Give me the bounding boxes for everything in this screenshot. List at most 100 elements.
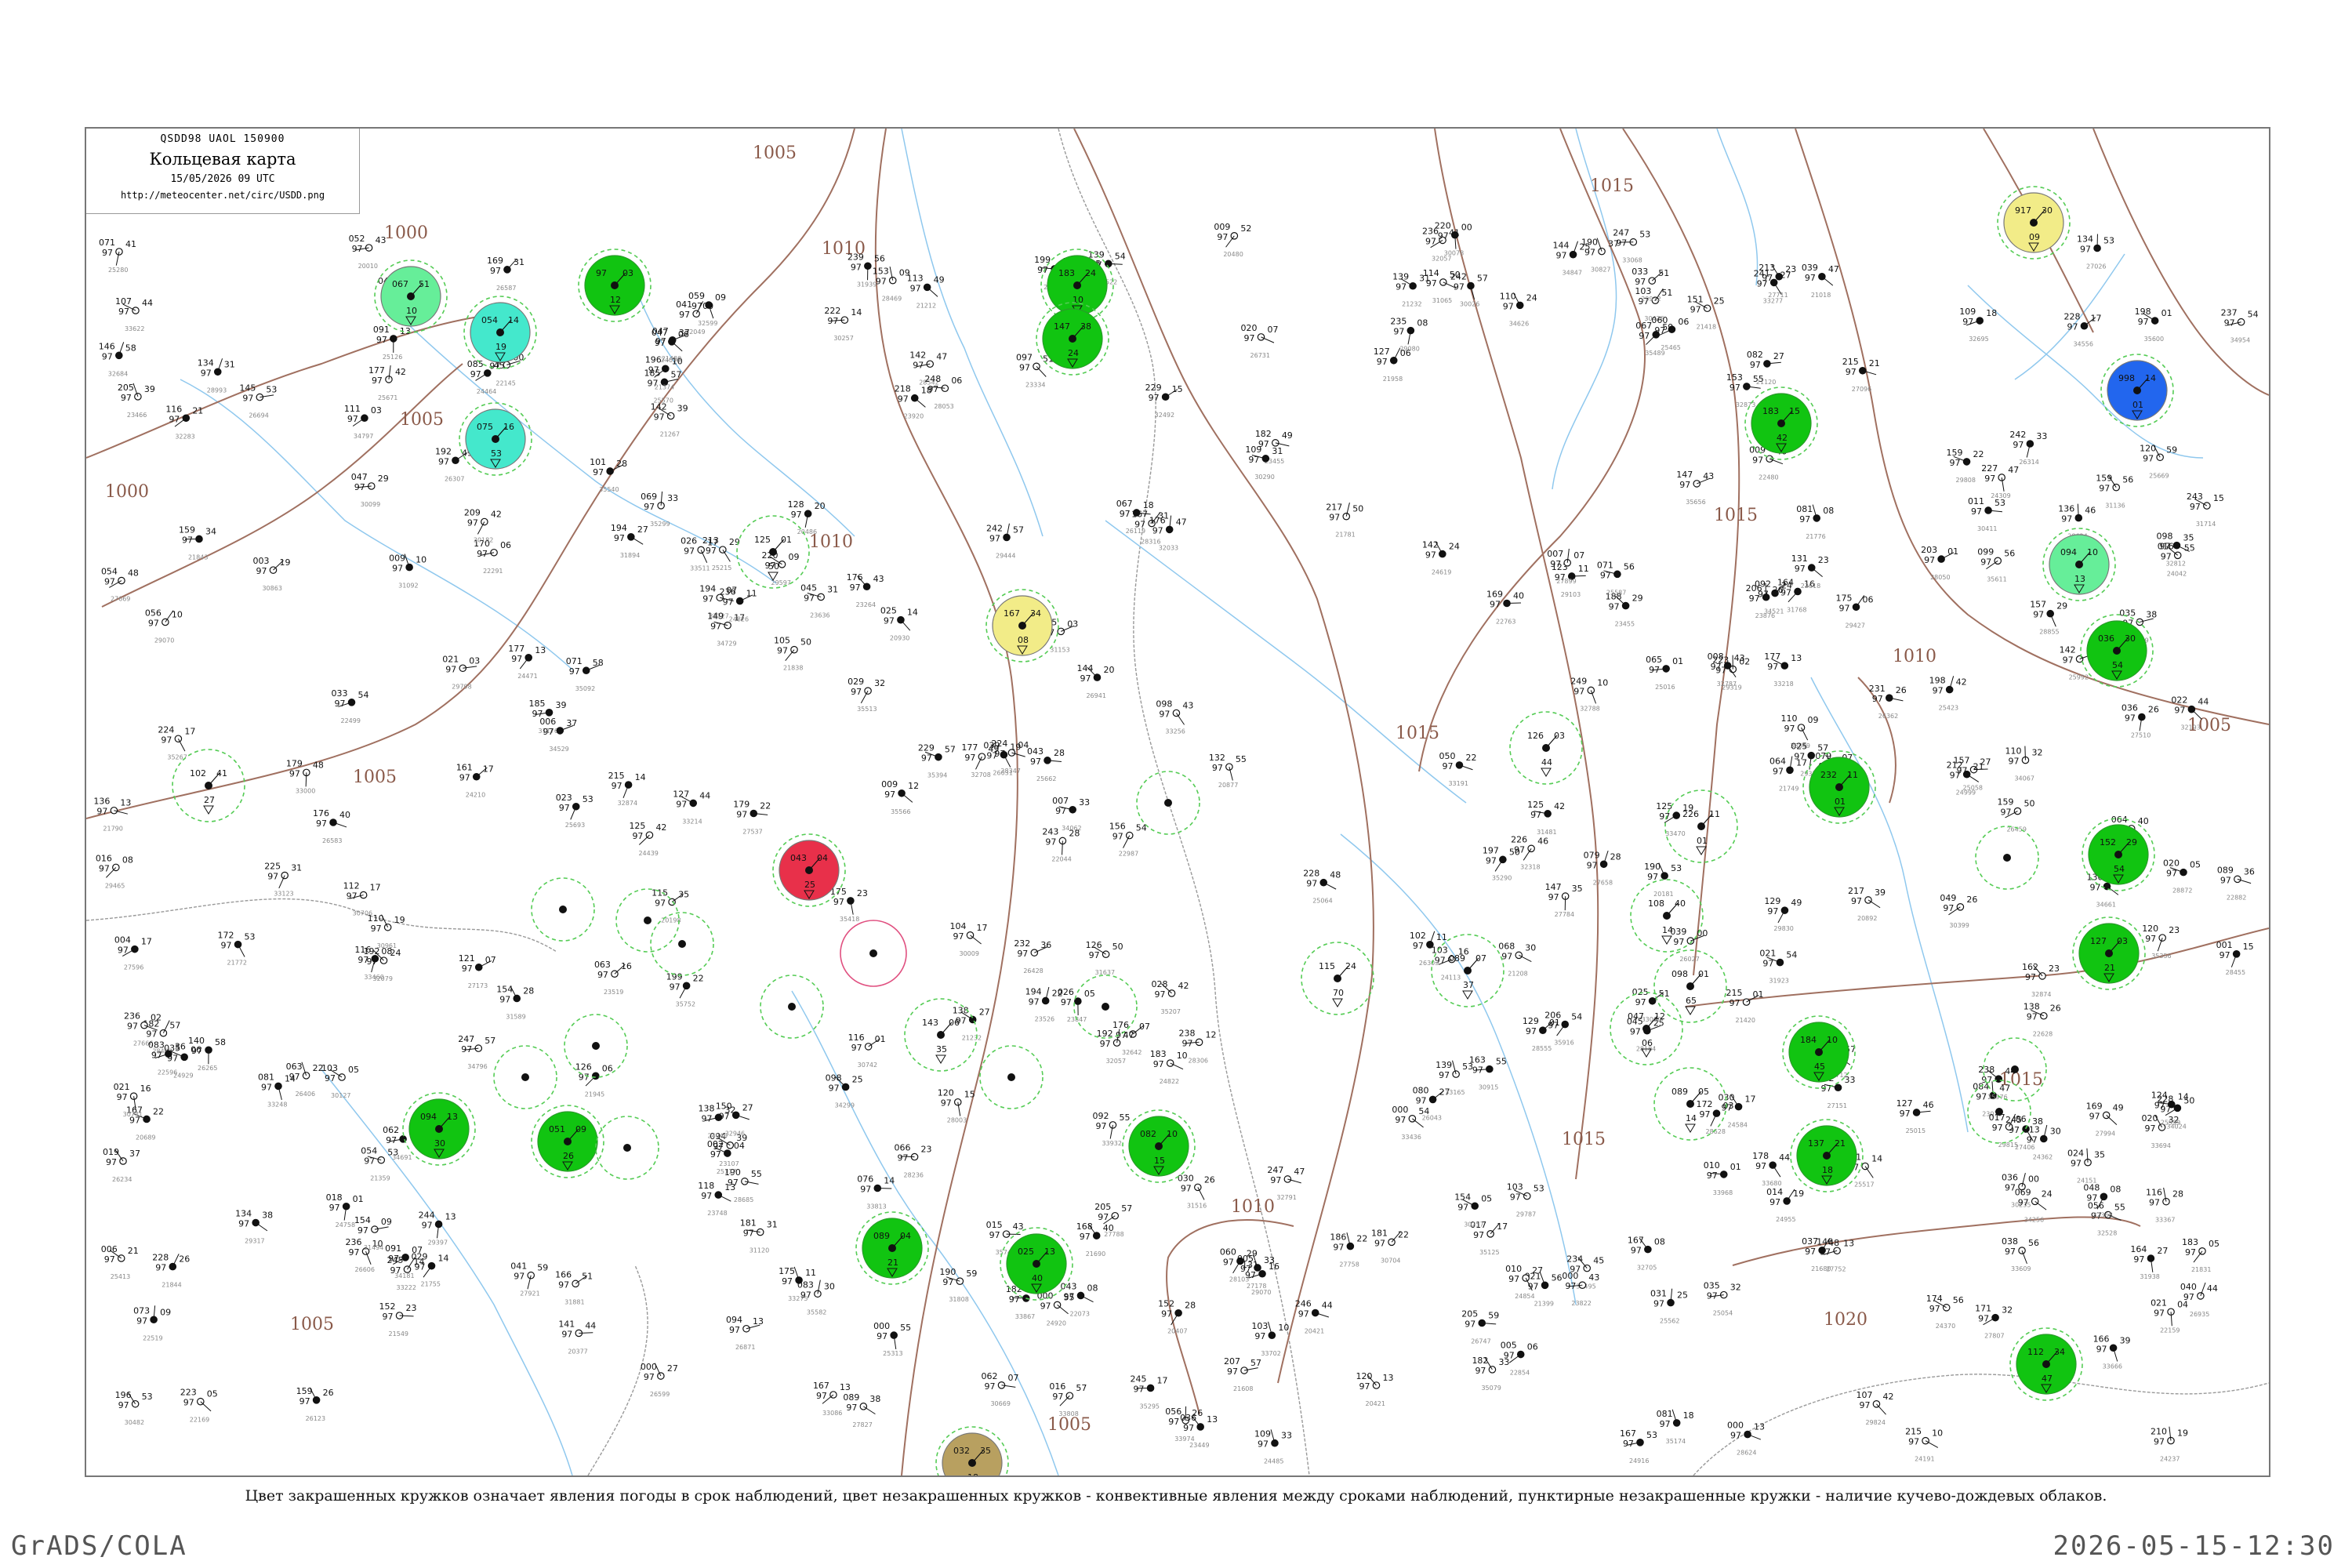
svg-text:111: 111 (344, 404, 361, 414)
station-marker: 217973920892 (1848, 886, 1886, 922)
svg-text:33086: 33086 (822, 1410, 842, 1417)
bulletin-codes: QSDD98 UAOL 150900 (160, 133, 285, 145)
station-marker: 103970530127 (321, 1063, 359, 1099)
svg-text:006: 006 (539, 717, 556, 727)
svg-text:146: 146 (99, 341, 115, 351)
svg-text:05: 05 (1481, 1193, 1492, 1203)
svg-text:116: 116 (848, 1033, 865, 1043)
svg-text:35299: 35299 (650, 521, 670, 528)
svg-text:113: 113 (907, 273, 924, 283)
svg-text:97: 97 (118, 1400, 129, 1410)
station-marker: 205975926747 (1461, 1308, 1499, 1345)
svg-text:97: 97 (1134, 1384, 1145, 1394)
svg-text:249: 249 (1570, 676, 1587, 686)
station-value: 025 (1018, 1247, 1034, 1257)
svg-text:13: 13 (1791, 653, 1802, 663)
station-value: 127 (2090, 936, 2107, 946)
svg-text:205: 205 (1461, 1308, 1478, 1319)
station-marker: 081971433248 (258, 1072, 296, 1108)
svg-text:33932: 33932 (1102, 1140, 1121, 1147)
svg-text:97: 97 (335, 699, 346, 709)
station-marker: 063971623519 (594, 960, 632, 996)
svg-text:34299: 34299 (835, 1102, 855, 1109)
svg-text:35394: 35394 (927, 772, 947, 779)
svg-text:247: 247 (1613, 228, 1629, 238)
station-marker: 152972321549 (379, 1301, 417, 1338)
svg-text:35656: 35656 (1686, 499, 1705, 506)
svg-text:30741: 30741 (123, 1111, 143, 1118)
station-value: 44 (1541, 757, 1552, 768)
svg-text:97: 97 (1639, 331, 1650, 341)
svg-text:029: 029 (412, 1252, 428, 1262)
svg-text:021: 021 (1759, 949, 1776, 959)
svg-text:32695: 32695 (1969, 336, 1988, 343)
svg-text:97: 97 (1755, 1161, 1766, 1171)
svg-text:060: 060 (1651, 315, 1668, 325)
svg-text:29808: 29808 (1956, 477, 1976, 484)
svg-text:118: 118 (698, 1181, 714, 1191)
svg-text:97: 97 (104, 577, 115, 587)
station-marker: 000972726599 (641, 1362, 678, 1398)
svg-text:101: 101 (590, 457, 606, 467)
svg-text:97: 97 (1159, 710, 1170, 720)
svg-text:29597: 29597 (771, 579, 791, 586)
station-marker: 125974224439 (629, 821, 666, 857)
isobar-label: 1005 (353, 768, 397, 787)
station-marker: 170970622291 (474, 539, 511, 575)
station-marker: 101972835540 (590, 457, 627, 493)
svg-text:06: 06 (1527, 1342, 1538, 1352)
svg-text:27752: 27752 (1826, 1265, 1846, 1272)
svg-text:26587: 26587 (496, 285, 516, 292)
station-marker: 217975021781 (1326, 503, 1363, 539)
svg-text:153: 153 (873, 267, 889, 277)
station-value: 24 (1068, 348, 1079, 358)
svg-text:97: 97 (561, 1329, 572, 1339)
svg-text:97: 97 (1465, 1319, 1475, 1329)
station-marker: 167970832705 (1628, 1236, 1665, 1272)
svg-text:227: 227 (1981, 463, 1998, 474)
svg-text:51: 51 (1661, 288, 1672, 298)
svg-text:151: 151 (1687, 294, 1704, 304)
svg-text:31092: 31092 (398, 583, 418, 590)
weather-station: 025 1340 (1000, 1227, 1073, 1301)
svg-text:97: 97 (99, 863, 110, 873)
svg-text:13: 13 (753, 1316, 764, 1327)
station-marker: 071975835092 (566, 656, 604, 692)
svg-text:97: 97 (1699, 1109, 1710, 1120)
svg-text:22596: 22596 (158, 1069, 177, 1076)
svg-text:30257: 30257 (833, 335, 853, 342)
svg-text:35611: 35611 (1987, 575, 2006, 583)
svg-text:35600: 35600 (2144, 336, 2164, 343)
svg-text:28624: 28624 (1737, 1450, 1756, 1457)
station-marker: 152972820407 (1158, 1299, 1196, 1335)
svg-text:062: 062 (383, 1125, 399, 1135)
svg-text:97: 97 (1473, 1230, 1484, 1240)
svg-text:116: 116 (165, 404, 182, 414)
svg-text:27994: 27994 (2096, 1130, 2115, 1137)
station-marker: 060970625465 (1651, 315, 1689, 351)
weather-station: 051 0926 (531, 1105, 604, 1178)
svg-text:97: 97 (2174, 706, 2185, 716)
svg-text:22882: 22882 (2227, 894, 2246, 901)
svg-text:228: 228 (1303, 869, 1319, 879)
station-marker: 156975422987 (1109, 822, 1147, 858)
weather-station: 067 5110 (374, 260, 448, 333)
map-title-box: QSDD98 UAOL 150900 Кольцевая карта 15/05… (86, 129, 360, 214)
svg-text:97: 97 (2089, 1111, 2100, 1121)
svg-text:20930: 20930 (890, 635, 909, 642)
weather-station: 998 1401 (2100, 354, 2174, 427)
station-marker: 186972227758 (1330, 1232, 1367, 1269)
svg-text:169: 169 (2086, 1101, 2103, 1111)
svg-text:009: 009 (1214, 222, 1230, 232)
station-value: 137 (1808, 1138, 1824, 1149)
svg-text:97: 97 (316, 818, 327, 829)
station-value: 12 (1654, 1011, 1665, 1022)
svg-text:97: 97 (1270, 1175, 1281, 1185)
station-marker: 094971326871 (726, 1315, 764, 1351)
svg-text:28872: 28872 (2172, 887, 2192, 895)
svg-text:20407: 20407 (1167, 1328, 1187, 1335)
svg-text:97: 97 (127, 1022, 138, 1032)
svg-text:167: 167 (1628, 1236, 1644, 1246)
svg-text:97: 97 (1490, 600, 1501, 610)
svg-text:08: 08 (1823, 506, 1834, 516)
